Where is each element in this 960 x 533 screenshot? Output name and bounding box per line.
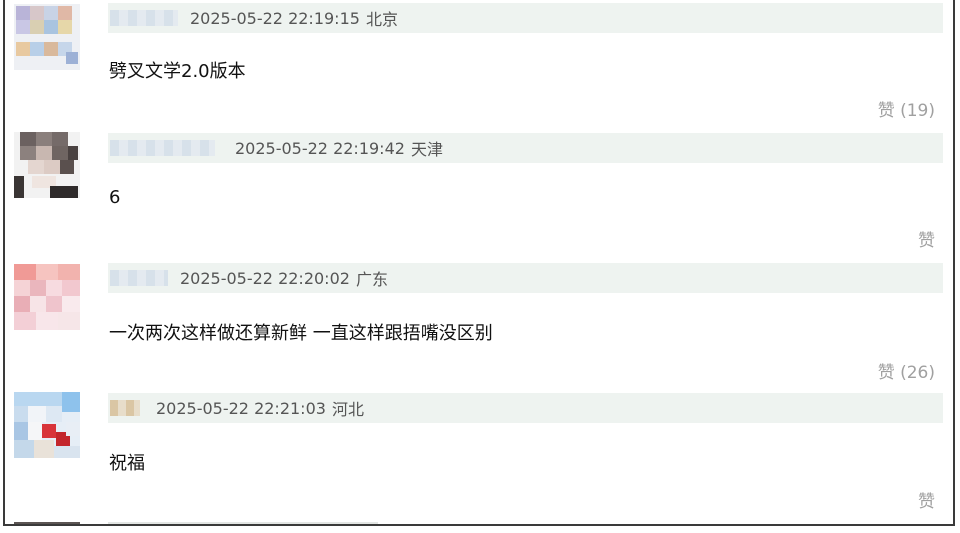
avatar: [14, 522, 80, 524]
avatar[interactable]: [14, 132, 80, 198]
avatar-image: [14, 132, 80, 198]
comment-timestamp: 2025-05-22 22:21:03: [156, 398, 326, 418]
like-button[interactable]: 赞 (19): [878, 96, 935, 121]
comment-text: 祝福: [109, 453, 145, 474]
comment-text: 一次两次这样做还算新鲜 一直这样跟捂嘴没区别: [109, 323, 493, 344]
avatar-image: [14, 264, 80, 330]
comment-meta: [108, 522, 378, 524]
comment-item-partial: [5, 520, 953, 524]
comment-location: 河北: [331, 400, 364, 419]
comment-item: 2025-05-22 22:20:02 广东 一次两次这样做还算新鲜 一直这样跟…: [5, 260, 953, 390]
comment-location: 广东: [355, 270, 388, 289]
comment-meta: 2025-05-22 22:21:03 河北: [108, 393, 943, 423]
avatar[interactable]: [14, 4, 80, 70]
like-button[interactable]: 赞: [918, 487, 935, 512]
comment-meta: 2025-05-22 22:20:02 广东: [108, 263, 943, 293]
like-button[interactable]: 赞: [918, 226, 935, 251]
avatar-image: [14, 392, 80, 458]
comment-list: 2025-05-22 22:19:15 北京 劈叉文学2.0版本 赞 (19): [3, 0, 955, 526]
comment-timestamp: 2025-05-22 22:19:42: [235, 138, 405, 158]
username[interactable]: [110, 140, 215, 156]
comment-item: 2025-05-22 22:19:15 北京 劈叉文学2.0版本 赞 (19): [5, 0, 953, 130]
comment-location: 天津: [410, 140, 443, 159]
avatar[interactable]: [14, 392, 80, 458]
comment-text: 6: [109, 187, 121, 208]
comment-meta: 2025-05-22 22:19:15 北京: [108, 3, 943, 33]
username[interactable]: [110, 400, 140, 416]
comment-timestamp: 2025-05-22 22:20:02: [180, 268, 350, 288]
username[interactable]: [110, 270, 168, 286]
like-button[interactable]: 赞 (26): [878, 358, 935, 383]
comment-item: 2025-05-22 22:21:03 河北 祝福 赞: [5, 390, 953, 520]
comment-meta: 2025-05-22 22:19:42 天津: [108, 133, 943, 163]
avatar-image: [14, 4, 80, 70]
comment-item: 2025-05-22 22:19:42 天津 6 赞: [5, 130, 953, 260]
avatar[interactable]: [14, 264, 80, 330]
comment-text: 劈叉文学2.0版本: [109, 61, 246, 82]
comment-timestamp: 2025-05-22 22:19:15: [190, 8, 360, 28]
username[interactable]: [110, 10, 178, 26]
comment-location: 北京: [365, 10, 398, 29]
